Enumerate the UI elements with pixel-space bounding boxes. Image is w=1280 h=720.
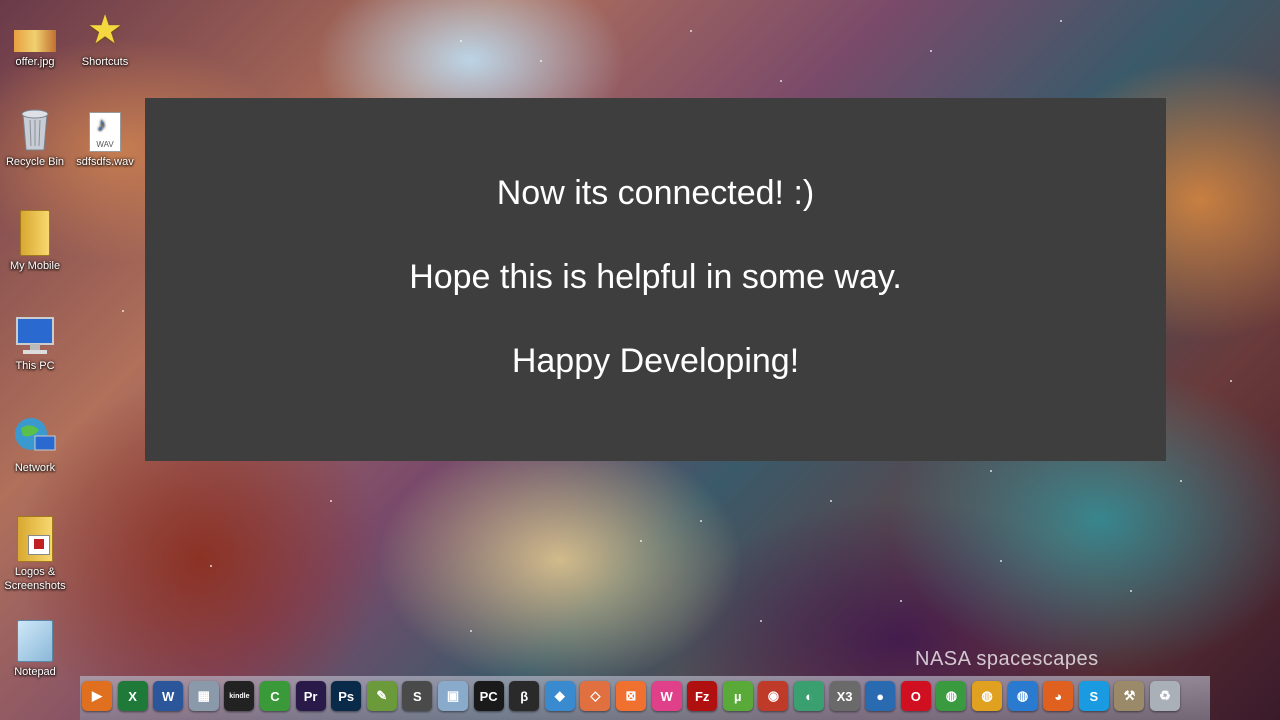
sublime-icon[interactable]: S bbox=[402, 681, 433, 711]
image-file-icon bbox=[14, 30, 56, 52]
pycharm-icon[interactable]: PC bbox=[473, 681, 504, 711]
box-icon[interactable]: ▣ bbox=[438, 681, 468, 711]
desktop-icon-label: Shortcuts bbox=[81, 56, 129, 68]
firestorm-icon[interactable]: ◉ bbox=[758, 681, 789, 711]
curve-icon[interactable]: ◐ bbox=[794, 681, 824, 711]
wav-badge: WAV bbox=[96, 140, 114, 149]
desktop-icon-label: Network bbox=[14, 462, 56, 474]
desktop-icon-label: Logos & Screenshots bbox=[4, 566, 66, 592]
utorrent-icon[interactable]: µ bbox=[722, 681, 753, 711]
desktop-icon-label: sdfsdfs.wav bbox=[76, 156, 134, 168]
desktop-icon-shortcuts[interactable]: ★ Shortcuts bbox=[70, 8, 140, 69]
word-icon[interactable]: W bbox=[153, 681, 184, 711]
desktop-icon-recycle-bin[interactable]: Recycle Bin bbox=[0, 108, 70, 169]
desktop-icon-network[interactable]: Network bbox=[0, 414, 70, 475]
media-player-icon[interactable]: ▶ bbox=[82, 681, 112, 711]
desktop-icon-logos[interactable]: Logos & Screenshots bbox=[0, 516, 70, 593]
audio-file-icon: ♪ WAV bbox=[89, 112, 121, 152]
notepad-plus-icon[interactable]: ✎ bbox=[366, 681, 397, 711]
premiere-icon[interactable]: Pr bbox=[295, 681, 326, 711]
folder-icon bbox=[17, 516, 53, 562]
calculator-icon[interactable]: ▦ bbox=[188, 681, 219, 711]
desktop-icon-label: Recycle Bin bbox=[5, 156, 65, 168]
camtasia-icon[interactable]: C bbox=[260, 681, 290, 711]
xampp-icon[interactable]: ⊠ bbox=[616, 681, 646, 711]
skype-icon[interactable]: S bbox=[1078, 681, 1109, 711]
google-earth-icon[interactable]: ● bbox=[865, 681, 896, 711]
opera-icon[interactable]: O bbox=[900, 681, 931, 711]
music-note-icon: ♪ bbox=[97, 114, 106, 134]
desktop-icon-this-pc[interactable]: This PC bbox=[0, 314, 70, 373]
firefox-icon[interactable]: ◕ bbox=[1043, 681, 1074, 711]
tools-icon[interactable]: ⚒ bbox=[1114, 681, 1145, 711]
message-line-2: Hope this is helpful in some way. bbox=[409, 258, 902, 296]
recycle-bin-dock-icon[interactable]: ♻ bbox=[1150, 681, 1180, 711]
desktop-icon-label: This PC bbox=[15, 360, 55, 372]
x3-icon[interactable]: X3 bbox=[829, 681, 860, 711]
wallpaper-watermark: NASA spacescapes bbox=[915, 648, 1099, 670]
chrome-icon[interactable]: ◍ bbox=[936, 681, 967, 711]
star-icon: ★ bbox=[87, 8, 123, 52]
filezilla-icon[interactable]: Fz bbox=[687, 681, 718, 711]
desktop-icon-offer[interactable]: offer.jpg bbox=[0, 8, 70, 69]
photoshop-icon[interactable]: Ps bbox=[331, 681, 362, 711]
git-icon[interactable]: ◇ bbox=[580, 681, 611, 711]
message-line-3: Happy Developing! bbox=[511, 342, 800, 380]
desktop-icon-wav[interactable]: ♪ WAV sdfsdfs.wav bbox=[70, 112, 140, 169]
desktop-icon-notepad[interactable]: Notepad bbox=[0, 620, 70, 679]
message-line-1: Now its connected! :) bbox=[496, 174, 815, 212]
dolphin-icon[interactable]: ◆ bbox=[544, 681, 575, 711]
computer-icon bbox=[16, 317, 54, 354]
desktop-icon-label: Notepad bbox=[14, 666, 56, 678]
notepad-icon bbox=[17, 620, 53, 662]
network-icon bbox=[15, 418, 56, 451]
desktop-icon-my-mobile[interactable]: My Mobile bbox=[0, 210, 70, 273]
message-panel: Now its connected! :) Hope this is helpf… bbox=[145, 98, 1166, 461]
brackets-icon[interactable]: β bbox=[509, 681, 540, 711]
recycle-bin-icon bbox=[21, 109, 49, 151]
excel-icon[interactable]: X bbox=[117, 681, 148, 711]
kindle-icon[interactable]: kindle bbox=[224, 681, 255, 711]
wamp-icon[interactable]: W bbox=[651, 681, 682, 711]
chrome-beta-icon[interactable]: ◍ bbox=[1007, 681, 1038, 711]
desktop-icon-label: offer.jpg bbox=[15, 56, 55, 68]
chrome-canary-icon[interactable]: ◍ bbox=[972, 681, 1002, 711]
desktop-icon-label: My Mobile bbox=[9, 260, 61, 272]
folder-icon bbox=[20, 210, 50, 256]
